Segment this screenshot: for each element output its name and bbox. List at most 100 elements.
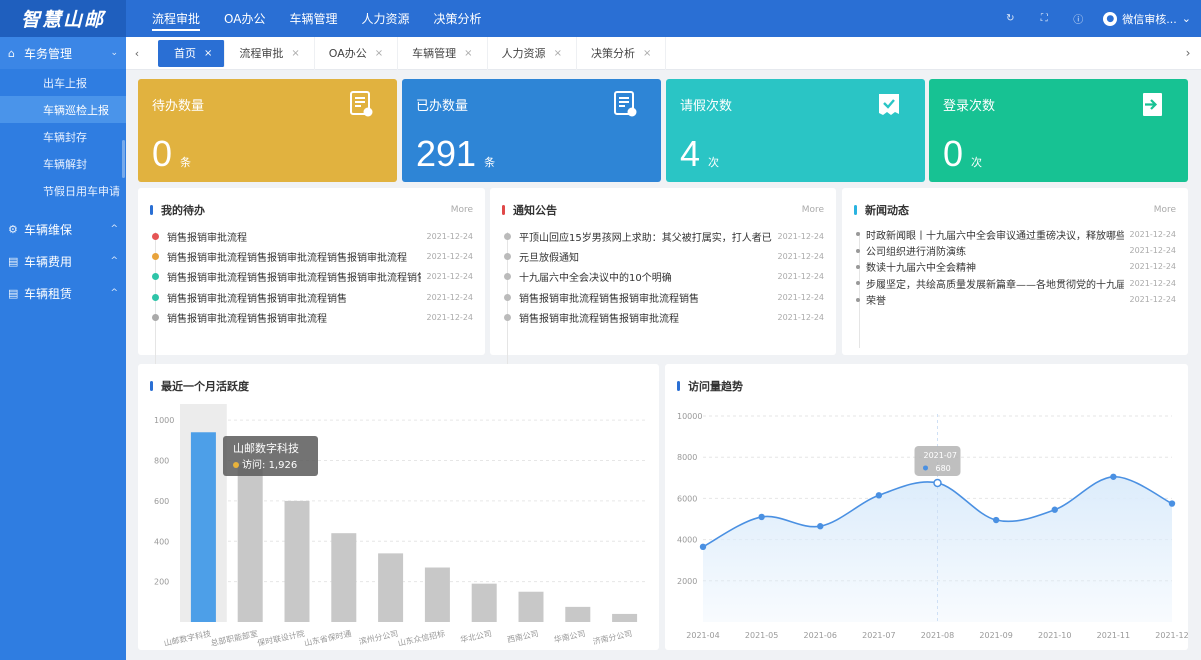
stat-value-wrap: 291 条 <box>416 133 495 175</box>
stat-card[interactable]: 请假次数 4 次 <box>666 79 925 182</box>
list-item[interactable]: 销售报销审批流程销售报销审批流程 2021-12-24 <box>504 308 824 328</box>
timeline-dot <box>856 264 860 269</box>
refresh-icon[interactable]: ↻ <box>993 13 1027 24</box>
sidebar-item[interactable]: 出车上报 <box>0 69 126 96</box>
data-point[interactable] <box>699 543 707 551</box>
help-icon[interactable]: ⓘ <box>1061 11 1095 26</box>
news-more-link[interactable]: More <box>1154 205 1176 215</box>
list-item[interactable]: 步履坚定，共绘高质量发展新篇章——各地贯彻党的十九届六中全会精神纪实 2021-1… <box>856 275 1176 291</box>
tab[interactable]: 人力资源 × <box>488 36 577 70</box>
list-item[interactable]: 销售报销审批流程 2021-12-24 <box>152 226 473 246</box>
sidebar-group[interactable]: ▤ 车辆租赁 ^ <box>0 277 126 309</box>
list-item-text[interactable]: 时政新闻眼丨十九届六中全会审议通过重磅决议，释放哪些重要信息 <box>866 227 1124 242</box>
stat-card[interactable]: 登录次数 0 次 <box>929 79 1188 182</box>
notice-accent-bar <box>502 205 505 215</box>
list-item-text[interactable]: 十九届六中全会决议中的10个明确 <box>519 269 772 284</box>
bar[interactable] <box>331 533 357 622</box>
tab[interactable]: 首页 × <box>158 39 226 67</box>
list-item-text[interactable]: 平顶山回应15岁男孩网上求助：其父被打属实，打人者已获刑 <box>519 229 772 244</box>
list-item-text[interactable]: 公司组织进行消防演练 <box>866 243 1124 258</box>
list-item-text[interactable]: 销售报销审批流程销售报销审批流程销售报销审批流程 <box>167 249 421 264</box>
close-icon[interactable]: × <box>204 48 212 59</box>
tab[interactable]: 车辆管理 × <box>398 36 488 70</box>
list-item-text[interactable]: 销售报销审批流程销售报销审批流程销售 <box>519 290 772 305</box>
list-item-text[interactable]: 销售报销审批流程销售报销审批流程销售 <box>167 290 421 305</box>
data-point[interactable] <box>1168 500 1176 507</box>
list-item[interactable]: 销售报销审批流程销售报销审批流程销售报销审批流程销售报销审批流程 2021-12-… <box>152 267 473 287</box>
sidebar-scrollbar[interactable] <box>122 140 125 178</box>
bar[interactable] <box>424 567 450 623</box>
tab-scroll-right-icon[interactable]: › <box>1175 46 1201 60</box>
stat-card[interactable]: 待办数量 0 条 <box>138 79 397 182</box>
y-tick-label: 200 <box>154 578 169 587</box>
bar[interactable] <box>237 464 263 622</box>
close-icon[interactable]: × <box>643 48 651 59</box>
sidebar-group[interactable]: ⚙ 车辆维保 ^ <box>0 213 126 245</box>
sidebar-item[interactable]: 车辆封存 <box>0 123 126 150</box>
list-item-text[interactable]: 销售报销审批流程销售报销审批流程 <box>519 310 772 325</box>
sidebar-item[interactable]: 车辆巡检上报 <box>0 96 126 123</box>
data-point[interactable] <box>933 478 942 488</box>
close-icon[interactable]: × <box>464 48 472 59</box>
notice-title: 通知公告 <box>513 204 557 217</box>
list-item[interactable]: 销售报销审批流程销售报销审批流程销售 2021-12-24 <box>504 287 824 307</box>
bar[interactable] <box>612 613 638 622</box>
sidebar-item[interactable]: 车辆解封 <box>0 150 126 177</box>
data-point[interactable] <box>992 516 1000 524</box>
list-item-text[interactable]: 元旦放假通知 <box>519 249 772 264</box>
topnav-item[interactable]: OA办公 <box>212 0 277 37</box>
stat-unit: 条 <box>180 156 192 169</box>
tab[interactable]: 决策分析 × <box>577 36 667 70</box>
user-menu[interactable]: ● 微信审核... ⌄ <box>1095 11 1201 27</box>
list-item[interactable]: 十九届六中全会决议中的10个明确 2021-12-24 <box>504 267 824 287</box>
list-item-text[interactable]: 荣誉 <box>866 292 1124 307</box>
fullscreen-icon[interactable]: ⛶ <box>1027 13 1061 24</box>
bar[interactable] <box>190 432 216 622</box>
sidebar-item[interactable]: 节假日用车申请 <box>0 177 126 204</box>
topnav-item[interactable]: 车辆管理 <box>277 0 349 37</box>
list-item[interactable]: 销售报销审批流程销售报销审批流程 2021-12-24 <box>152 308 473 328</box>
bar[interactable] <box>518 591 544 622</box>
list-item[interactable]: 荣誉 2021-12-24 <box>856 292 1176 308</box>
stat-value: 4 <box>680 133 701 174</box>
x-tick-label: 2021-05 <box>745 631 778 640</box>
topnav-item[interactable]: 流程审批 <box>140 0 212 37</box>
x-tick-label: 西南公司 <box>506 628 539 644</box>
list-item[interactable]: 数读十九届六中全会精神 2021-12-24 <box>856 259 1176 275</box>
timeline-dot <box>504 232 511 240</box>
list-item-text[interactable]: 数读十九届六中全会精神 <box>866 259 1124 274</box>
list-item-text[interactable]: 步履坚定，共绘高质量发展新篇章——各地贯彻党的十九届六中全会精神纪实 <box>866 276 1124 291</box>
notice-more-link[interactable]: More <box>802 205 824 215</box>
list-item[interactable]: 公司组织进行消防演练 2021-12-24 <box>856 242 1176 258</box>
data-point[interactable] <box>1051 506 1058 513</box>
bar[interactable] <box>378 553 404 622</box>
data-point[interactable] <box>1110 473 1117 480</box>
sidebar-group[interactable]: ▤ 车辆费用 ^ <box>0 245 126 277</box>
list-item[interactable]: 销售报销审批流程销售报销审批流程销售报销审批流程 2021-12-24 <box>152 246 473 266</box>
list-item[interactable]: 平顶山回应15岁男孩网上求助：其父被打属实，打人者已获刑 2021-12-24 <box>504 226 824 246</box>
list-item-text[interactable]: 销售报销审批流程销售报销审批流程销售报销审批流程销售报销审批流程 <box>167 269 421 284</box>
list-item[interactable]: 时政新闻眼丨十九届六中全会审议通过重磅决议，释放哪些重要信息 2021-12-24 <box>856 226 1176 242</box>
topnav-item[interactable]: 决策分析 <box>422 0 494 37</box>
list-item-text[interactable]: 销售报销审批流程 <box>167 229 421 244</box>
list-item[interactable]: 销售报销审批流程销售报销审批流程销售 2021-12-24 <box>152 287 473 307</box>
list-item[interactable]: 元旦放假通知 2021-12-24 <box>504 246 824 266</box>
close-icon[interactable]: × <box>375 48 383 59</box>
data-point[interactable] <box>758 513 765 521</box>
topnav-item[interactable]: 人力资源 <box>349 0 421 37</box>
bar[interactable] <box>471 583 497 622</box>
close-icon[interactable]: × <box>554 48 562 59</box>
todo-more-link[interactable]: More <box>451 205 473 215</box>
data-point[interactable] <box>875 492 883 499</box>
stat-card[interactable]: 已办数量 291 条 <box>402 79 661 182</box>
data-point[interactable] <box>817 523 824 530</box>
close-icon[interactable]: × <box>291 48 299 59</box>
list-item-text[interactable]: 销售报销审批流程销售报销审批流程 <box>167 310 421 325</box>
bar[interactable] <box>565 606 591 622</box>
sidebar-group[interactable]: ⌂ 车务管理 ⌄ <box>0 37 126 69</box>
tab[interactable]: 流程审批 × <box>225 36 315 70</box>
tab-scroll-left-icon[interactable]: ‹ <box>126 47 148 60</box>
app-logo[interactable]: 智慧山邮 <box>0 0 126 37</box>
tab[interactable]: OA办公 × <box>315 36 399 70</box>
bar[interactable] <box>284 500 310 622</box>
